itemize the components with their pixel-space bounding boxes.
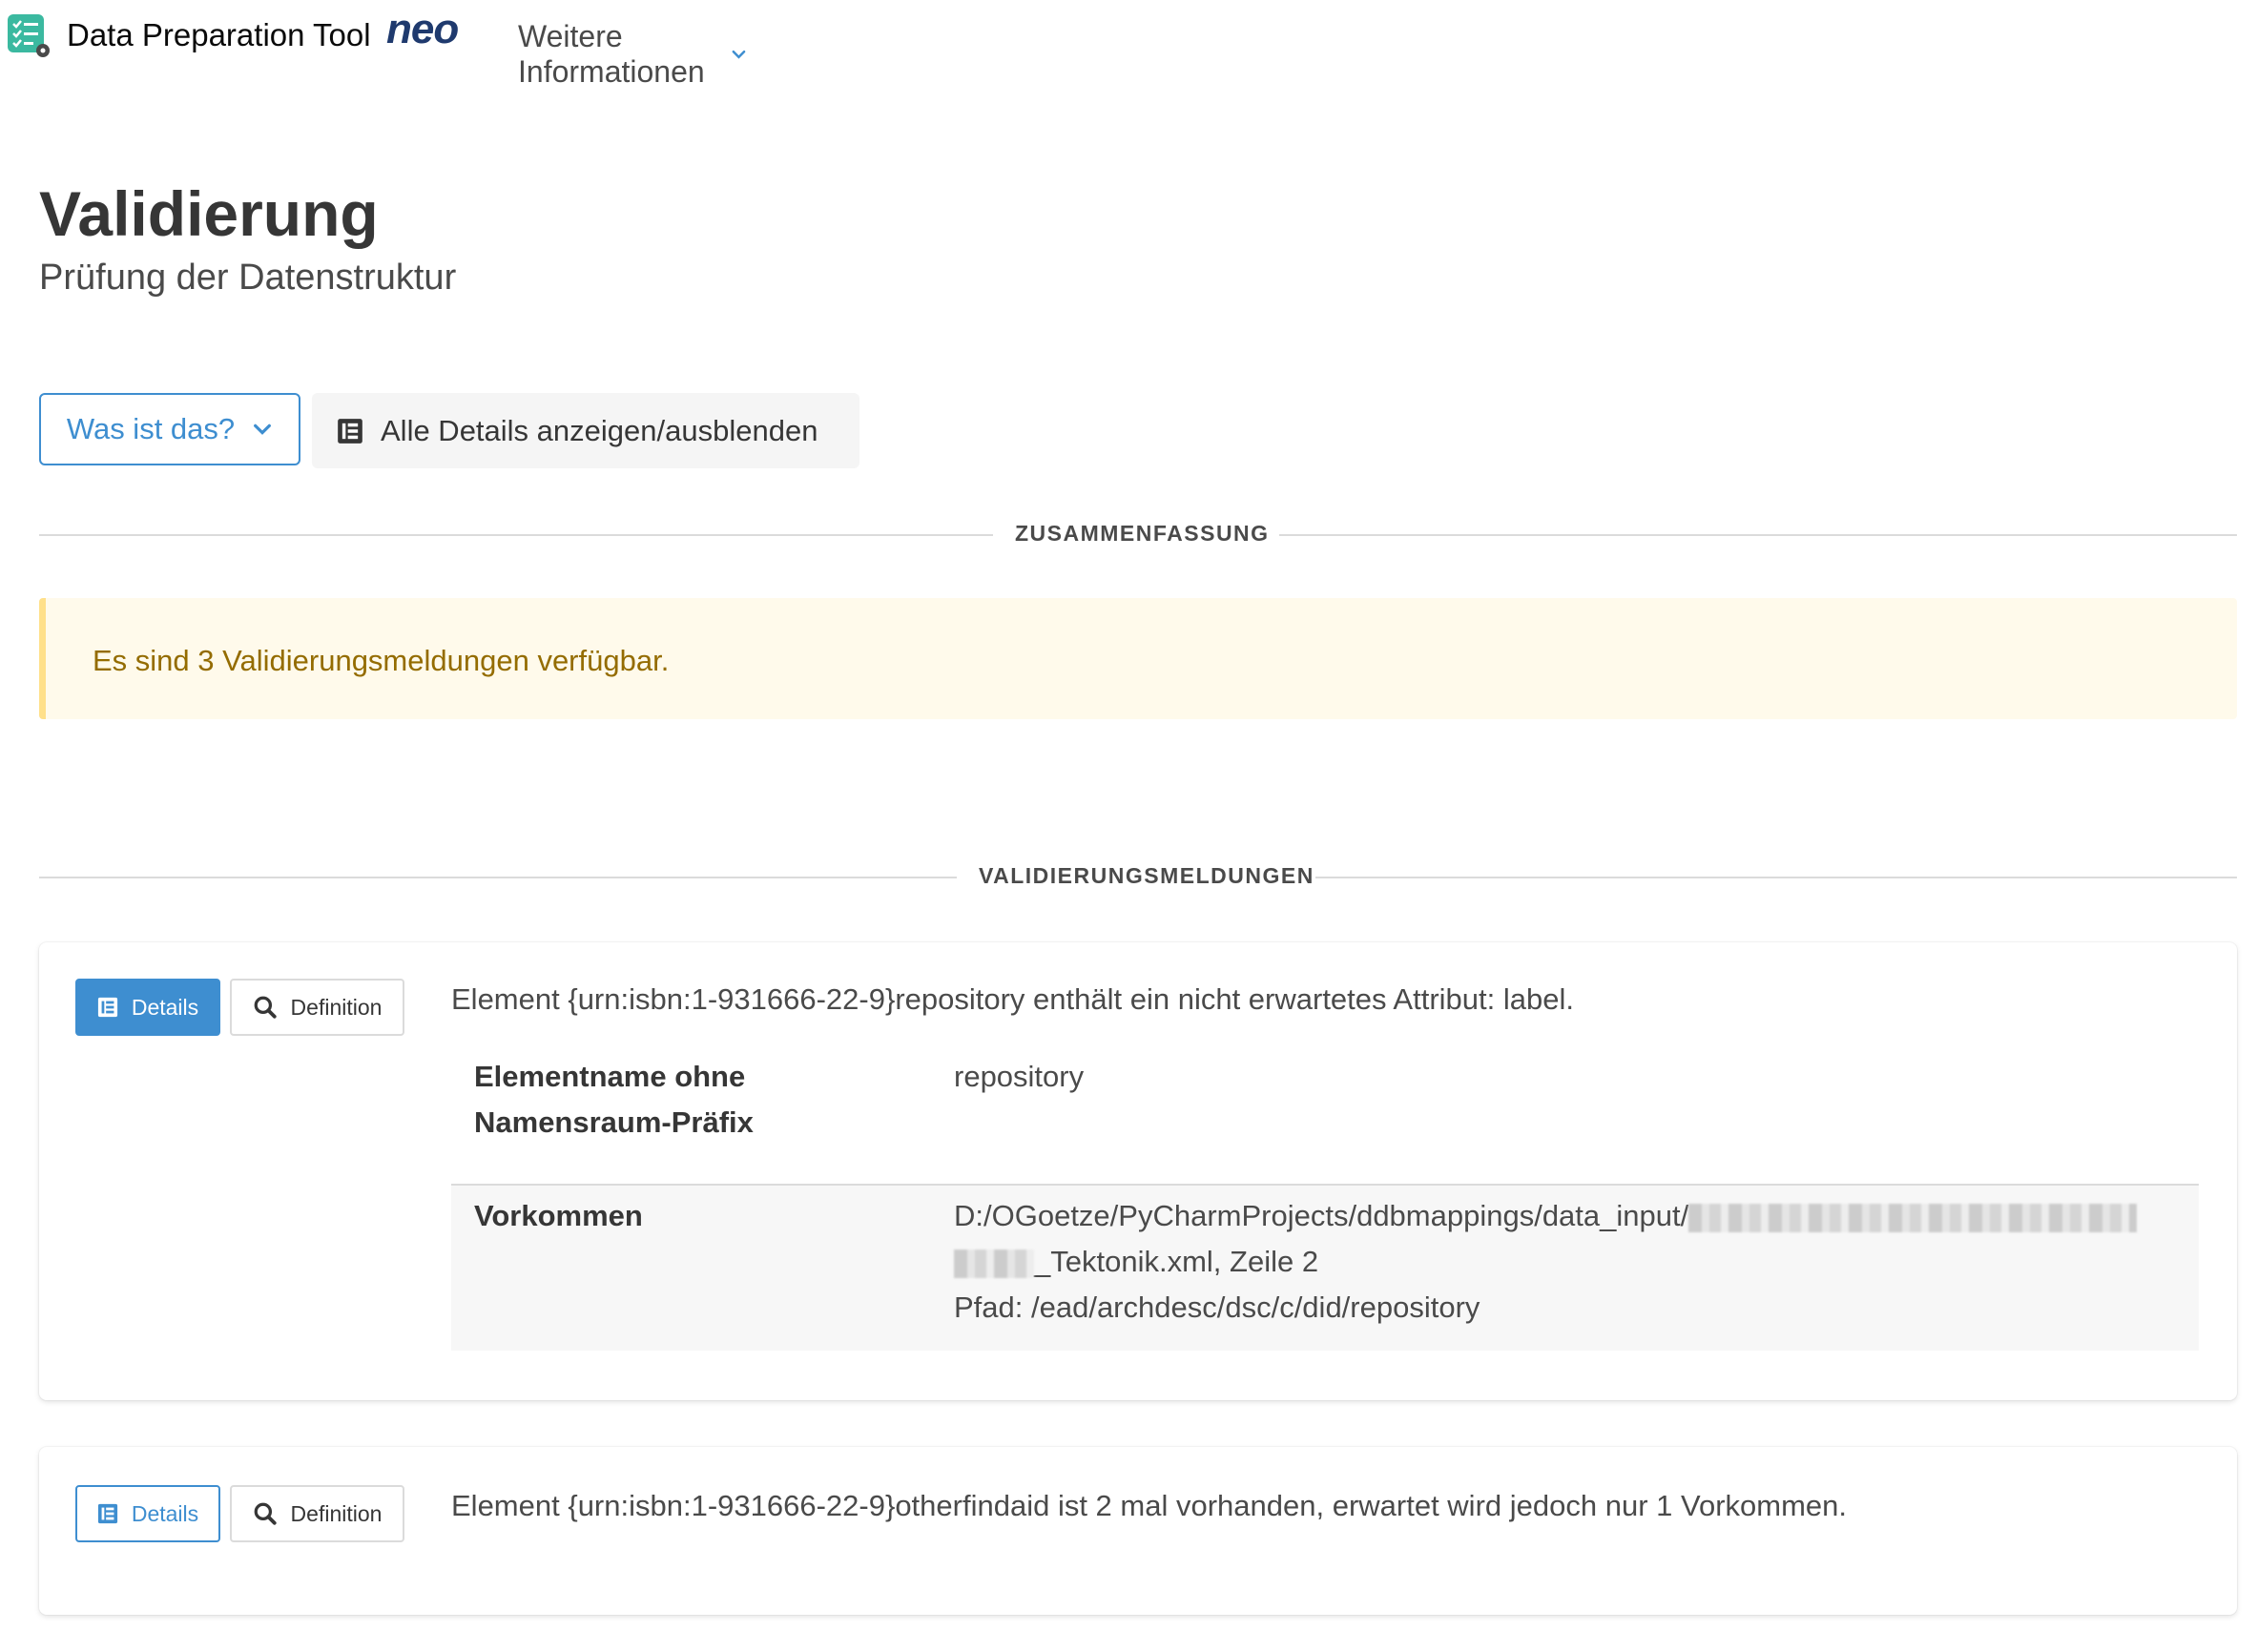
summary-notice: Es sind 3 Validierungsmeldungen verfügba… xyxy=(39,598,2237,719)
validation-message-text: Element {urn:isbn:1-931666-22-9}otherfin… xyxy=(451,1489,1847,1522)
list-icon xyxy=(97,997,117,1018)
table-row: Elementname ohne Namensraum-Präfix repos… xyxy=(451,1052,2199,1186)
validation-message-card: Details Definition Element {urn:isbn:1-9… xyxy=(39,942,2237,1400)
xpath-text: Pfad: /ead/archdesc/dsc/c/did/repository xyxy=(954,1291,1480,1324)
definition-button[interactable]: Definition xyxy=(230,1485,404,1542)
path-text: _Tektonik.xml, Zeile 2 xyxy=(1034,1245,1319,1278)
details-button[interactable]: Details xyxy=(75,1485,220,1542)
table-value: D:/OGoetze/PyCharmProjects/ddbmappings/d… xyxy=(954,1193,2138,1331)
summary-notice-text: Es sind 3 Validierungsmeldungen verfügba… xyxy=(93,644,670,677)
app-title[interactable]: Data Preparation Tool xyxy=(67,17,371,53)
more-info-label: Weitere Informationen xyxy=(518,19,705,89)
table-row: Vorkommen D:/OGoetze/PyCharmProjects/ddb… xyxy=(451,1186,2199,1351)
details-label: Details xyxy=(131,994,199,1020)
table-key: Elementname ohne Namensraum-Präfix xyxy=(474,1054,754,1146)
summary-divider-label: ZUSAMMENFASSUNG xyxy=(1015,521,1270,546)
summary-divider: ZUSAMMENFASSUNG xyxy=(39,521,2237,546)
what-is-this-button[interactable]: Was ist das? xyxy=(39,393,300,465)
search-icon xyxy=(254,996,277,1019)
neo-logo: neo xyxy=(386,6,459,52)
table-key-line: Namensraum-Präfix xyxy=(474,1105,754,1139)
list-icon xyxy=(338,418,362,444)
details-label: Details xyxy=(131,1500,199,1526)
what-is-this-label: Was ist das? xyxy=(66,412,236,445)
redacted-filename xyxy=(1688,1203,2138,1232)
list-icon xyxy=(97,1503,117,1524)
validation-message-text: Element {urn:isbn:1-931666-22-9}reposito… xyxy=(451,982,1574,1016)
messages-divider: VALIDIERUNGSMELDUNGEN xyxy=(39,863,2237,888)
more-info-dropdown[interactable]: Weitere Informationen xyxy=(518,19,747,90)
definition-label: Definition xyxy=(290,1500,383,1526)
definition-button[interactable]: Definition xyxy=(230,979,404,1036)
chevron-down-icon xyxy=(254,423,272,435)
table-key-line: Elementname ohne xyxy=(474,1060,746,1093)
path-text: D:/OGoetze/PyCharmProjects/ddbmappings/d… xyxy=(954,1199,1689,1232)
toggle-all-details-label: Alle Details anzeigen/ausblenden xyxy=(381,413,818,447)
table-key: Vorkommen xyxy=(474,1199,643,1232)
definition-label: Definition xyxy=(290,994,383,1020)
table-value: repository xyxy=(954,1060,1085,1093)
page-title: Validierung xyxy=(39,178,379,249)
chevron-down-icon xyxy=(732,50,746,59)
toggle-all-details-button[interactable]: Alle Details anzeigen/ausblenden xyxy=(312,393,859,468)
app-logo-icon[interactable] xyxy=(6,12,52,58)
messages-divider-label: VALIDIERUNGSMELDUNGEN xyxy=(979,863,1314,888)
validation-message-card: Details Definition Element {urn:isbn:1-9… xyxy=(39,1447,2237,1615)
page-subtitle: Prüfung der Datenstruktur xyxy=(39,258,457,298)
redacted-filename xyxy=(954,1249,1034,1278)
details-button[interactable]: Details xyxy=(75,979,220,1036)
search-icon xyxy=(254,1502,277,1525)
